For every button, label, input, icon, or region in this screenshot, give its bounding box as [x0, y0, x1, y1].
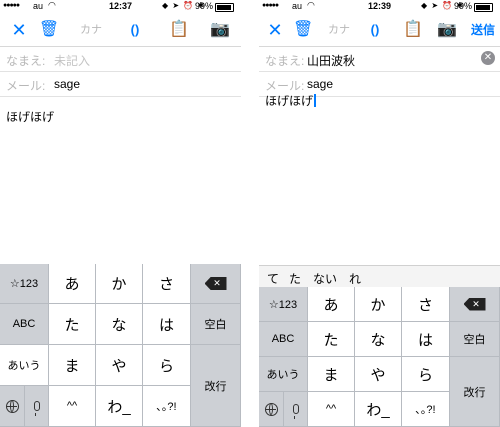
suggestion-1[interactable]: て [267, 270, 279, 287]
kana-button[interactable]: カナ [78, 19, 104, 41]
key-ka[interactable]: か [96, 264, 143, 304]
kana-keyboard: ☆123 あ か さ ✕ ABC た な は 空白 あいう ま や ら 改行 ^… [259, 287, 500, 427]
key-face[interactable]: ^^ [308, 392, 355, 427]
key-punctuation[interactable]: ､｡?! [143, 386, 191, 427]
kana-keyboard: ☆123 あ か さ ✕ ABC た な は 空白 あいう ま や ら 改行 ^… [0, 264, 241, 427]
space-key[interactable]: 空白 [450, 322, 500, 357]
camera-icon[interactable]: 📷 [208, 19, 232, 41]
delete-key[interactable]: ✕ [450, 287, 500, 322]
camera-icon[interactable]: 📷 [436, 19, 458, 41]
name-value[interactable]: 未記入 [54, 52, 90, 69]
battery-percent: 99% [454, 1, 473, 11]
toolbar: ✕ 🗑 カナ () 📋 📷 [0, 14, 241, 47]
suggestion-4[interactable]: れ [349, 270, 361, 287]
paren-button[interactable]: () [365, 19, 385, 41]
key-ta[interactable]: た [308, 322, 355, 357]
key-ya[interactable]: や [355, 357, 402, 392]
trash-icon[interactable]: 🗑 [38, 19, 60, 41]
name-field[interactable]: なまえ: 未記入 [0, 47, 241, 72]
clear-icon[interactable]: ✕ [481, 51, 495, 65]
key-punctuation[interactable]: ､｡?! [402, 392, 450, 427]
key-sa[interactable]: さ [143, 264, 191, 304]
clipboard-icon[interactable]: 📋 [403, 19, 423, 41]
status-bar: ●●●●● au ◠ 12:37 ◆ ➤ ⏰ ✱ 99% [0, 0, 241, 14]
kana-button[interactable]: カナ [327, 19, 351, 41]
mic-key[interactable] [25, 386, 49, 427]
key-ma[interactable]: ま [49, 345, 96, 386]
return-key[interactable]: 改行 [191, 345, 241, 427]
screen-left: ●●●●● au ◠ 12:37 ◆ ➤ ⏰ ✱ 99% ✕ 🗑 カナ () 📋… [0, 0, 241, 427]
body-text[interactable]: ほげほげ [6, 108, 54, 125]
send-button[interactable]: 送信 [469, 19, 497, 41]
suggestion-3[interactable]: ない [313, 270, 337, 287]
return-key[interactable]: 改行 [450, 357, 500, 427]
globe-key[interactable] [0, 386, 25, 427]
text-cursor [314, 94, 317, 107]
key-abc[interactable]: ABC [0, 304, 49, 345]
key-ta[interactable]: た [49, 304, 96, 345]
status-bar: ●●●●● au ◠ 12:39 ◆ ➤ ⏰ ✱ 99% [259, 0, 500, 14]
key-numbers[interactable]: ☆123 [259, 287, 308, 322]
close-icon[interactable]: ✕ [8, 19, 30, 41]
globe-key[interactable] [259, 392, 284, 427]
microphone-icon [33, 401, 40, 416]
divider [241, 0, 259, 427]
battery-icon [474, 3, 493, 12]
key-hiragana[interactable]: あいう [259, 357, 308, 392]
key-a[interactable]: あ [49, 264, 96, 304]
key-hiragana[interactable]: あいう [0, 345, 49, 386]
name-field[interactable]: なまえ: 山田波秋 ✕ [259, 47, 500, 72]
key-na[interactable]: な [355, 322, 402, 357]
key-face[interactable]: ^^ [49, 386, 96, 427]
battery-percent: 99% [195, 1, 214, 11]
suggestion-bar: て た ない れ [259, 265, 500, 288]
mail-field[interactable]: メール: sage [0, 72, 241, 97]
key-numbers[interactable]: ☆123 [0, 264, 49, 304]
key-ma[interactable]: ま [308, 357, 355, 392]
key-wa[interactable]: わ_ [355, 392, 402, 427]
key-wa[interactable]: わ_ [96, 386, 143, 427]
key-a[interactable]: あ [308, 287, 355, 322]
close-icon[interactable]: ✕ [265, 19, 285, 41]
screen-right: ●●●●● au ◠ 12:39 ◆ ➤ ⏰ ✱ 99% ✕ 🗑 カナ () 📋… [259, 0, 500, 427]
clipboard-icon[interactable]: 📋 [168, 19, 190, 41]
globe-icon [5, 399, 19, 413]
mail-value[interactable]: sage [54, 77, 80, 91]
key-ra[interactable]: ら [402, 357, 450, 392]
delete-key[interactable]: ✕ [191, 264, 241, 304]
delete-icon: ✕ [204, 277, 227, 290]
mail-label: メール: [6, 79, 46, 93]
key-abc[interactable]: ABC [259, 322, 308, 357]
name-label: なまえ: [265, 54, 305, 68]
key-ya[interactable]: や [96, 345, 143, 386]
key-na[interactable]: な [96, 304, 143, 345]
toolbar: ✕ 🗑 カナ () 📋 📷 送信 [259, 14, 500, 47]
mic-key[interactable] [284, 392, 308, 427]
key-ha[interactable]: は [143, 304, 191, 345]
globe-icon [264, 402, 278, 416]
body-text[interactable]: ほげほげ [265, 92, 317, 109]
microphone-icon [292, 404, 299, 419]
mail-value[interactable]: sage [307, 77, 333, 91]
key-ka[interactable]: か [355, 287, 402, 322]
suggestion-2[interactable]: た [289, 270, 301, 287]
battery-icon [215, 3, 234, 12]
name-label: なまえ: [6, 54, 46, 68]
delete-icon: ✕ [463, 297, 486, 311]
key-ha[interactable]: は [402, 322, 450, 357]
paren-button[interactable]: () [124, 19, 146, 41]
trash-icon[interactable]: 🗑 [293, 19, 313, 41]
body-text-content: ほげほげ [265, 94, 314, 108]
name-value[interactable]: 山田波秋 [307, 52, 355, 69]
key-ra[interactable]: ら [143, 345, 191, 386]
space-key[interactable]: 空白 [191, 304, 241, 345]
key-sa[interactable]: さ [402, 287, 450, 322]
